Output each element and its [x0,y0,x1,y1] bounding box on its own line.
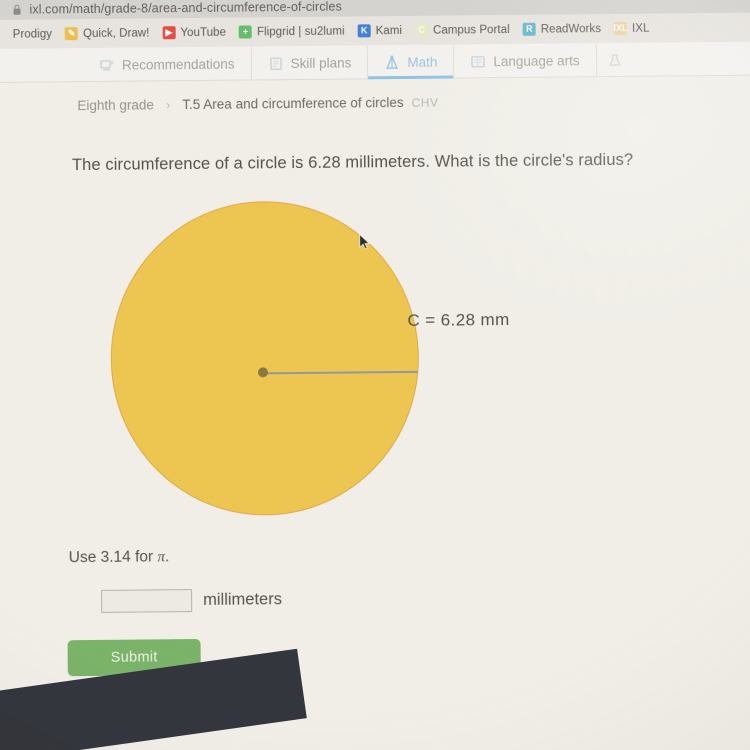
bookmark-label: Kami [375,24,403,37]
bookmark-label: Quick, Draw! [82,26,150,40]
circumference-label: C = 6.28 mm [407,309,510,330]
recommendations-icon [99,57,115,72]
bookmark-quick-draw[interactable]: ✎ Quick, Draw! [64,26,150,41]
language-arts-icon [470,54,486,69]
pi-note-prefix: Use 3.14 for [68,548,158,567]
tab-science[interactable] [596,43,639,77]
breadcrumb-skill-code: CHV [411,95,439,110]
science-icon [607,52,623,67]
photo-of-screen: ixl.com/math/grade-8/area-and-circumfere… [0,0,750,750]
answer-input[interactable] [101,589,193,613]
tab-label: Recommendations [121,56,235,73]
mouse-cursor-icon [359,233,371,251]
skill-plans-icon [267,56,283,71]
youtube-icon: ▶ [162,26,176,40]
tab-language-arts[interactable]: Language arts [454,43,597,79]
kami-icon: K [357,24,371,38]
bookmark-label: Flipgrid | su2lumi [256,25,345,38]
url-text: ixl.com/math/grade-8/area-and-circumfere… [29,0,342,17]
bookmark-ixl[interactable]: IXL IXL [613,21,650,35]
tab-recommendations[interactable]: Recommendations [82,46,252,83]
ixl-icon: IXL [613,21,628,35]
bookmark-prodigy[interactable]: Prodigy [0,27,52,41]
circle-center-dot [257,367,269,378]
bookmark-flipgrid[interactable]: + Flipgrid | su2lumi [238,25,345,39]
prodigy-icon [0,28,8,41]
bookmark-label: IXL [632,22,650,35]
bookmark-label: Campus Portal [432,23,510,37]
bookmark-label: Prodigy [12,27,53,41]
pi-instruction: Use 3.14 for π. [69,548,170,567]
breadcrumb-grade[interactable]: Eighth grade [77,97,154,113]
circle-diagram [104,191,437,534]
tab-label: Language arts [493,52,580,69]
quick-draw-icon: ✎ [64,27,79,41]
pi-note-suffix: . [164,548,170,566]
bookmark-label: ReadWorks [540,22,602,36]
tab-math[interactable]: Math [368,44,455,81]
answer-row: millimeters [101,588,282,613]
campus-portal-icon: C [414,23,429,37]
tab-label: Math [407,54,438,70]
bookmark-campus-portal[interactable]: C Campus Portal [414,23,510,37]
browser-window: ixl.com/math/grade-8/area-and-circumfere… [0,0,750,750]
question-text: The circumference of a circle is 6.28 mi… [71,150,634,175]
bookmark-kami[interactable]: K Kami [357,24,403,38]
bookmark-youtube[interactable]: ▶ YouTube [162,26,226,40]
circle-shape [109,199,421,517]
chevron-right-icon: › [165,97,171,113]
breadcrumb-skill: T.5 Area and circumference of circles [182,94,404,113]
bookmark-label: YouTube [180,26,227,39]
breadcrumb: Eighth grade › T.5 Area and circumferenc… [77,95,438,113]
practice-page: Eighth grade › T.5 Area and circumferenc… [0,75,750,750]
lock-icon [12,4,21,14]
tab-skill-plans[interactable]: Skill plans [251,45,369,81]
flipgrid-icon: + [238,25,253,39]
bookmark-readworks[interactable]: R ReadWorks [522,22,602,36]
tab-label: Skill plans [290,54,352,71]
readworks-icon: R [522,22,536,36]
unit-label: millimeters [203,590,283,609]
math-compass-icon [384,54,400,70]
